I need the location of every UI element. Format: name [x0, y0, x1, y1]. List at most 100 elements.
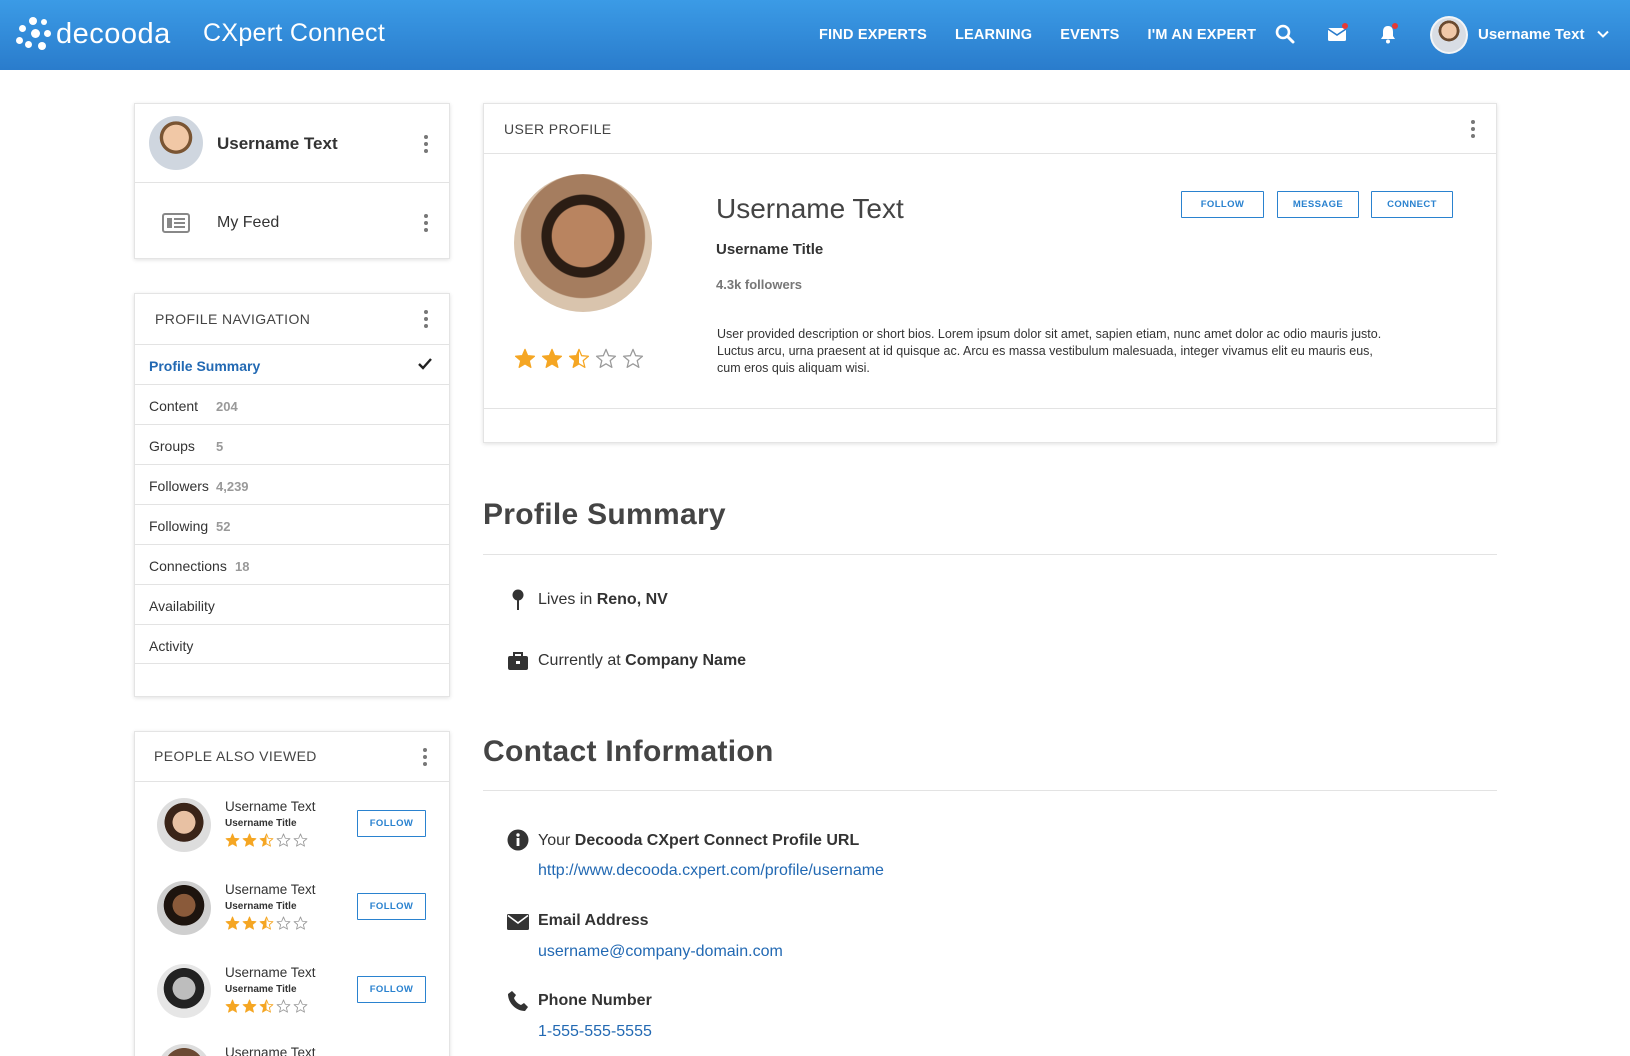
- person-avatar[interactable]: [157, 964, 211, 1018]
- profile-title: Username Title: [716, 241, 824, 258]
- star-empty-icon: [293, 916, 308, 930]
- profile-photo: [514, 174, 652, 312]
- star-full-icon: [225, 916, 240, 930]
- person-rating: [225, 999, 310, 1015]
- company-text: Currently at Company Name: [538, 652, 746, 670]
- person-title: Username Title: [225, 818, 297, 829]
- nav-item-following[interactable]: Following 52: [135, 504, 449, 544]
- company-prefix: Currently at: [538, 652, 626, 669]
- person-rating: [225, 833, 310, 849]
- follow-button[interactable]: FOLLOW: [357, 976, 426, 1003]
- person-avatar[interactable]: [157, 798, 211, 852]
- connect-button[interactable]: CONNECT: [1371, 191, 1453, 218]
- nav-item-label: Groups: [149, 438, 195, 454]
- my-feed-link[interactable]: My Feed: [217, 214, 279, 232]
- nav-im-an-expert[interactable]: I'M AN EXPERT: [1148, 27, 1257, 43]
- star-full-icon: [242, 916, 257, 930]
- user-card-avatar[interactable]: [149, 116, 203, 170]
- nav-item-count: 4,239: [216, 479, 249, 494]
- top-bar: decooda CXpert Connect FIND EXPERTS LEAR…: [0, 0, 1630, 70]
- star-full-icon: [225, 833, 240, 847]
- location-pin-icon: [512, 589, 524, 610]
- person-name[interactable]: Username Text: [225, 799, 316, 814]
- phone-link[interactable]: 1-555-555-5555: [538, 1023, 652, 1041]
- star-full-icon: [242, 999, 257, 1013]
- profile-url-link[interactable]: http://www.decooda.cxpert.com/profile/us…: [538, 862, 884, 880]
- profile-url-label: Your Decooda CXpert Connect Profile URL: [538, 832, 859, 850]
- info-icon: [507, 829, 529, 851]
- follow-button[interactable]: FOLLOW: [1181, 191, 1264, 218]
- nav-learning[interactable]: LEARNING: [955, 27, 1032, 43]
- user-profile-card: USER PROFILE Username Text Username Titl…: [483, 103, 1497, 443]
- profile-summary-heading: Profile Summary: [483, 498, 726, 531]
- message-button[interactable]: MESSAGE: [1277, 191, 1359, 218]
- nav-item-count: 18: [235, 559, 250, 574]
- nav-item-count: 52: [216, 519, 231, 534]
- star-empty-icon: [293, 833, 308, 847]
- nav-item-groups[interactable]: Groups 5: [135, 424, 449, 464]
- nav-events[interactable]: EVENTS: [1060, 27, 1119, 43]
- phone-label: Phone Number: [538, 992, 652, 1009]
- star-full-icon: [242, 833, 257, 847]
- divider: [135, 663, 449, 664]
- star-half-icon: [259, 916, 274, 930]
- people-menu-icon[interactable]: [423, 748, 427, 769]
- followers-count[interactable]: 4.3k followers: [716, 277, 802, 292]
- divider: [484, 408, 1496, 409]
- nav-item-content[interactable]: Content 204: [135, 384, 449, 424]
- nav-item-profile-summary[interactable]: Profile Summary: [135, 344, 449, 384]
- divider: [484, 153, 1496, 154]
- user-avatar[interactable]: [1430, 16, 1468, 54]
- star-half-icon: [259, 999, 274, 1013]
- bell-notification-dot: [1392, 23, 1398, 29]
- divider: [135, 781, 449, 782]
- nav-find-experts[interactable]: FIND EXPERTS: [819, 27, 927, 43]
- person-avatar[interactable]: [157, 1044, 211, 1056]
- chevron-down-icon[interactable]: [1596, 27, 1610, 41]
- product-name: CXpert Connect: [203, 19, 386, 47]
- email-link[interactable]: username@company-domain.com: [538, 943, 783, 961]
- briefcase-icon: [508, 652, 528, 670]
- person-name[interactable]: Username Text: [225, 965, 316, 980]
- search-icon[interactable]: [1275, 24, 1295, 44]
- email-icon: [507, 914, 529, 930]
- star-full-icon: [541, 348, 563, 368]
- person-name[interactable]: Username Text: [225, 882, 316, 897]
- user-card: Username Text My Feed: [134, 103, 450, 259]
- user-card-username[interactable]: Username Text: [217, 134, 338, 154]
- star-empty-icon: [276, 833, 291, 847]
- nav-item-label: Availability: [149, 598, 215, 614]
- nav-item-count: 204: [216, 399, 238, 414]
- profile-url-prefix: Your: [538, 832, 575, 849]
- divider: [483, 554, 1497, 555]
- user-card-menu-icon[interactable]: [424, 135, 428, 156]
- nav-item-label: Activity: [149, 638, 194, 654]
- star-empty-icon: [595, 348, 617, 368]
- nav-item-label: Followers: [149, 478, 209, 494]
- follow-button[interactable]: FOLLOW: [357, 893, 426, 920]
- nav-item-connections[interactable]: Connections 18: [135, 544, 449, 584]
- star-empty-icon: [622, 348, 644, 368]
- nav-item-label: Following: [149, 518, 209, 534]
- profile-nav-menu-icon[interactable]: [424, 310, 428, 331]
- header-username[interactable]: Username Text: [1478, 26, 1584, 43]
- feed-menu-icon[interactable]: [424, 214, 428, 235]
- star-empty-icon: [276, 999, 291, 1013]
- contact-information-heading: Contact Information: [483, 735, 774, 768]
- lives-in-text: Lives in Reno, NV: [538, 591, 668, 609]
- logo-text: decooda: [56, 17, 171, 50]
- profile-menu-icon[interactable]: [1471, 120, 1475, 141]
- nav-item-activity[interactable]: Activity: [135, 624, 449, 664]
- person-title: Username Title: [225, 984, 297, 995]
- decooda-logo[interactable]: decooda: [16, 16, 171, 52]
- profile-rating: [514, 348, 654, 372]
- nav-item-label: Connections: [149, 558, 227, 574]
- follow-button[interactable]: FOLLOW: [357, 810, 426, 837]
- nav-item-availability[interactable]: Availability: [135, 584, 449, 624]
- nav-item-label: Content: [149, 398, 199, 414]
- person-name[interactable]: Username Text: [225, 1045, 316, 1056]
- nav-item-followers[interactable]: Followers 4,239: [135, 464, 449, 504]
- person-avatar[interactable]: [157, 881, 211, 935]
- checkmark-icon: [418, 358, 432, 370]
- lives-in-prefix: Lives in: [538, 591, 597, 608]
